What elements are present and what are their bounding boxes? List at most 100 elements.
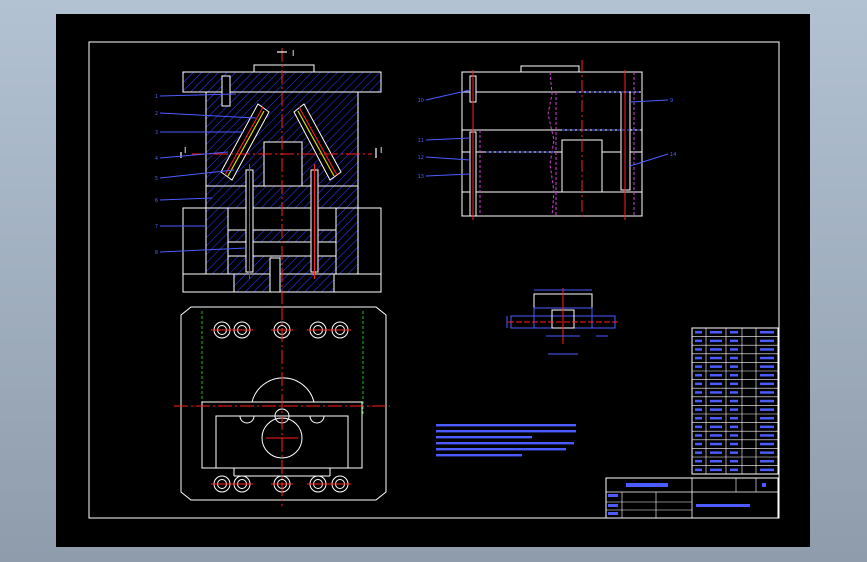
bom-cell bbox=[730, 374, 738, 377]
front-section-view bbox=[180, 48, 382, 304]
bom-cell bbox=[730, 434, 738, 437]
callout-number: 5 bbox=[155, 176, 158, 182]
bom-cell bbox=[730, 331, 738, 334]
leader-line bbox=[425, 156, 471, 161]
bom-cell bbox=[710, 339, 722, 343]
plan-view bbox=[174, 306, 390, 506]
leader-line bbox=[629, 99, 669, 103]
bom-cell bbox=[710, 451, 722, 454]
bom-cell bbox=[760, 460, 774, 463]
part-detail-view bbox=[506, 288, 618, 355]
bom-cell bbox=[760, 451, 774, 454]
leader-line bbox=[159, 197, 213, 201]
callout-number: 14 bbox=[670, 152, 676, 158]
bom-cell bbox=[710, 391, 722, 394]
note-line bbox=[436, 430, 576, 433]
leader-line bbox=[159, 247, 247, 253]
note-line bbox=[436, 448, 566, 451]
bom-cell bbox=[710, 460, 722, 463]
callout-number: 6 bbox=[155, 198, 158, 204]
leader-line bbox=[425, 173, 471, 177]
callout-number: 13 bbox=[418, 174, 424, 180]
bom-cell bbox=[695, 365, 702, 368]
callout-number: 3 bbox=[155, 130, 158, 136]
drawing-canvas[interactable]: I I I 12345678 10 11 12 9 13 14 bbox=[56, 14, 810, 547]
callout-number: 8 bbox=[155, 250, 158, 256]
callout-number: 1 bbox=[155, 94, 158, 100]
leader-line bbox=[425, 137, 471, 141]
bom-cell bbox=[695, 348, 702, 351]
bom-cell bbox=[730, 348, 738, 351]
bom-cell bbox=[695, 460, 702, 463]
bom-cell bbox=[695, 434, 702, 437]
title-block bbox=[605, 477, 779, 519]
bom-cell bbox=[730, 417, 738, 420]
side-view-leaders: 10 11 12 9 13 14 bbox=[418, 89, 676, 180]
bom-cell bbox=[710, 348, 722, 351]
technical-notes bbox=[436, 424, 576, 457]
bom-cell bbox=[760, 382, 774, 386]
section-mark-left: I bbox=[184, 146, 186, 155]
bom-cell bbox=[760, 391, 774, 394]
bom-cell bbox=[730, 425, 738, 429]
section-mark-right: I bbox=[380, 146, 382, 155]
bom-cell bbox=[760, 399, 774, 403]
bom-cell bbox=[710, 331, 722, 334]
note-line bbox=[436, 436, 532, 439]
bom-cell bbox=[760, 348, 774, 351]
bom-cell bbox=[710, 399, 722, 403]
bom-cell bbox=[695, 417, 702, 420]
bom-cell bbox=[760, 417, 774, 420]
bom-cell bbox=[760, 425, 774, 429]
bom-cell bbox=[730, 339, 738, 343]
section-mark-top: I bbox=[292, 49, 294, 58]
cad-drawing: I I I 12345678 10111291314 bbox=[88, 41, 780, 519]
bill-of-materials bbox=[691, 327, 779, 475]
bom-cell bbox=[710, 417, 722, 420]
callout-number: 7 bbox=[155, 224, 158, 230]
callout-number: 11 bbox=[418, 138, 424, 144]
note-line bbox=[436, 424, 576, 427]
callout-number: 2 bbox=[155, 111, 158, 117]
bom-cell bbox=[695, 408, 702, 411]
bom-cell bbox=[730, 382, 738, 386]
bom-cell bbox=[695, 442, 702, 446]
leader-line bbox=[629, 153, 669, 167]
callout-number: 4 bbox=[155, 156, 158, 162]
bom-cell bbox=[760, 356, 774, 360]
bom-cell bbox=[710, 434, 722, 437]
bom-cell bbox=[695, 331, 702, 334]
bom-cell bbox=[760, 331, 774, 334]
bom-cell bbox=[730, 442, 738, 446]
note-line bbox=[436, 442, 574, 445]
bom-cell bbox=[710, 408, 722, 411]
bom-cell bbox=[730, 468, 738, 472]
bom-cell bbox=[730, 365, 738, 368]
leader-line bbox=[425, 89, 471, 101]
bom-cell bbox=[695, 374, 702, 377]
callout-number: 10 bbox=[418, 98, 424, 104]
bom-cell bbox=[710, 468, 722, 472]
bom-cell bbox=[695, 391, 702, 394]
bom-cell bbox=[710, 382, 722, 386]
bom-cell bbox=[710, 365, 722, 368]
bom-cell bbox=[710, 356, 722, 360]
bom-cell bbox=[730, 451, 738, 454]
bom-cell bbox=[760, 468, 774, 472]
drawing-border bbox=[88, 41, 780, 519]
bom-cell bbox=[760, 365, 774, 368]
bom-cell bbox=[695, 451, 702, 454]
bom-cell bbox=[695, 425, 702, 429]
bom-cell bbox=[730, 356, 738, 360]
bom-cell bbox=[760, 339, 774, 343]
bom-cell bbox=[710, 425, 722, 429]
bom-cell bbox=[730, 399, 738, 403]
bom-cell bbox=[730, 391, 738, 394]
bom-cell bbox=[695, 399, 702, 403]
bom-cell bbox=[695, 356, 702, 360]
bom-cell bbox=[730, 408, 738, 411]
side-view bbox=[461, 60, 643, 220]
bom-cell bbox=[695, 468, 702, 472]
bom-cell bbox=[710, 374, 722, 377]
bom-cell bbox=[695, 382, 702, 386]
